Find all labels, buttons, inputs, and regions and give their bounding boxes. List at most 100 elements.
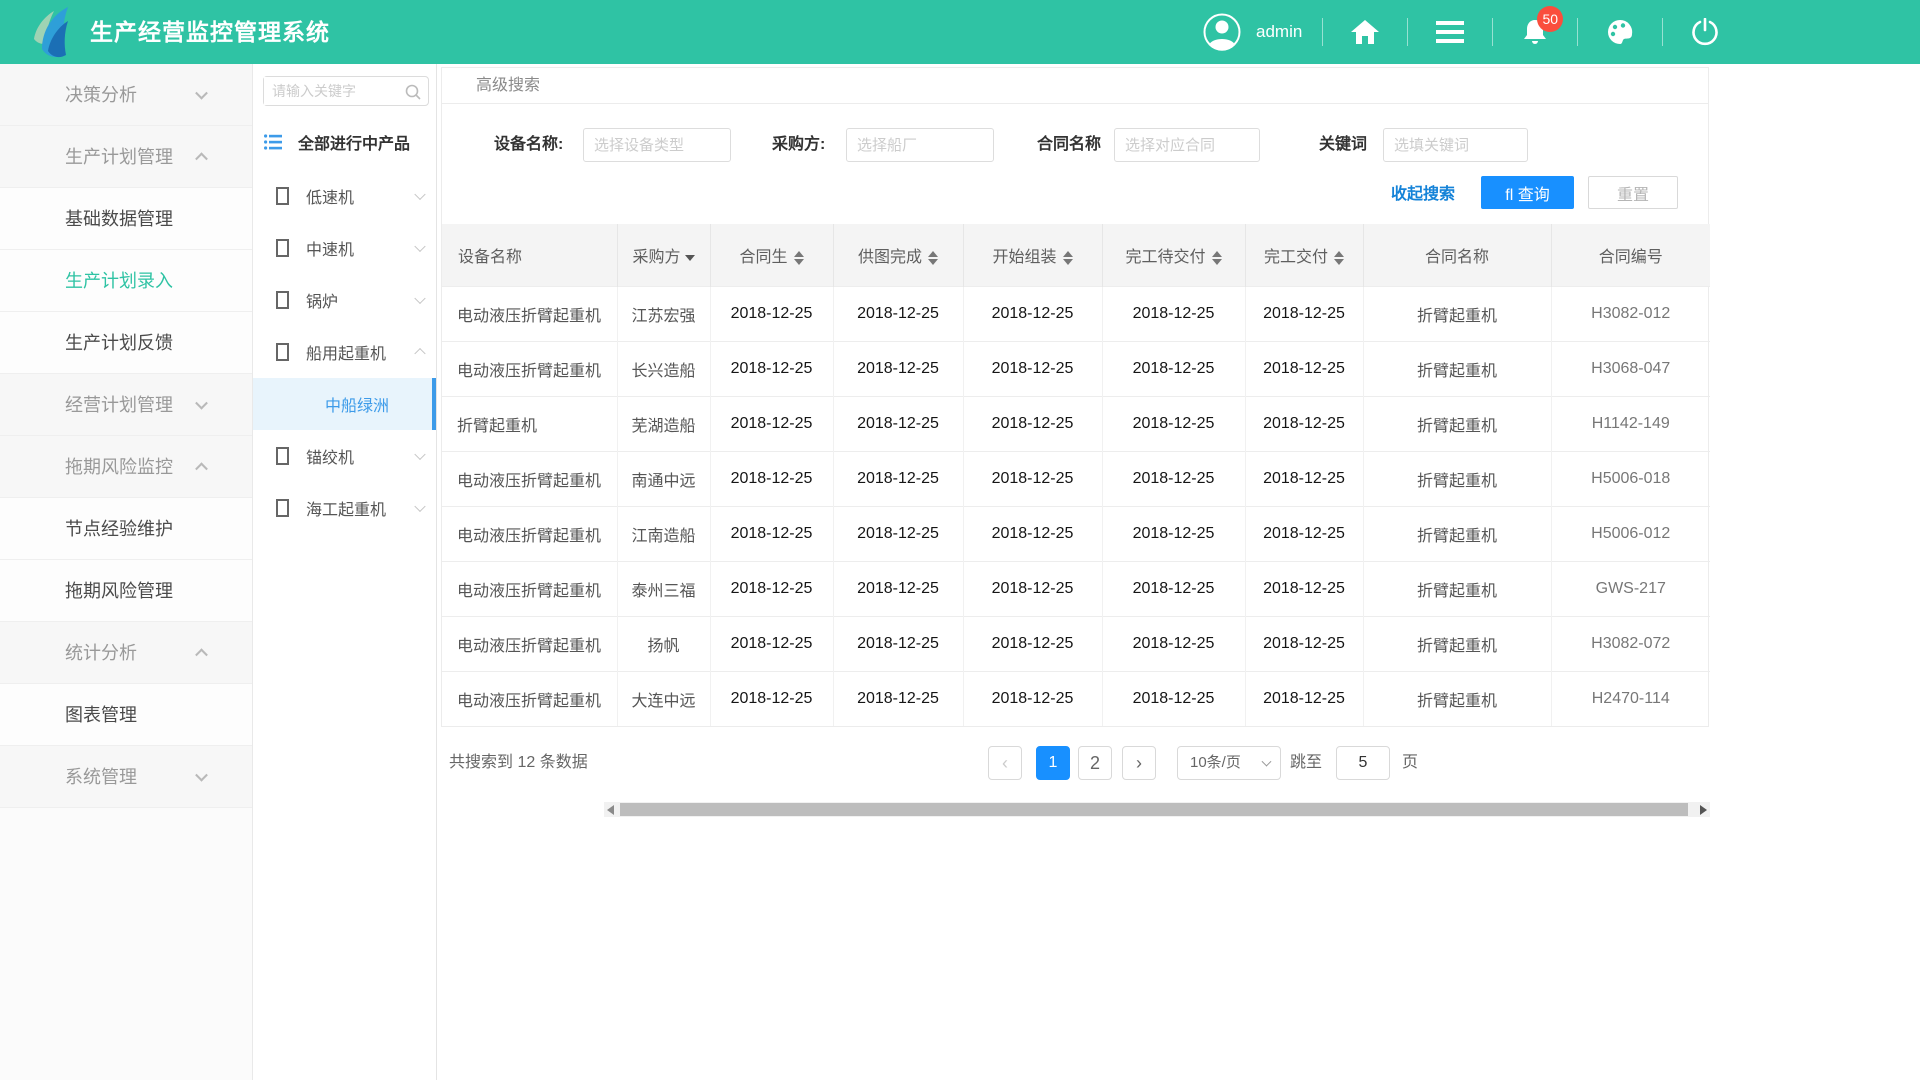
- next-page-button[interactable]: ›: [1122, 746, 1156, 780]
- app-title: 生产经营监控管理系统: [90, 0, 330, 64]
- tree-root[interactable]: 全部进行中产品: [253, 126, 436, 158]
- page-button-2[interactable]: 2: [1078, 746, 1112, 780]
- theme-palette-icon[interactable]: [1598, 0, 1642, 64]
- cell: 2018-12-25: [963, 341, 1102, 396]
- table-row[interactable]: 电动液压折臂起重机江苏宏强2018-12-252018-12-252018-12…: [442, 286, 1710, 341]
- prev-page-button[interactable]: ‹: [988, 746, 1022, 780]
- table-row[interactable]: 电动液压折臂起重机南通中远2018-12-252018-12-252018-12…: [442, 451, 1710, 506]
- menu-icon[interactable]: [1428, 0, 1472, 64]
- sidebar-item-label: 基础数据管理: [65, 209, 173, 229]
- sidebar-item-生产计划录入[interactable]: 生产计划录入: [0, 250, 252, 312]
- category-icon: [276, 187, 289, 205]
- sidebar-item-拖期风险管理[interactable]: 拖期风险管理: [0, 560, 252, 622]
- sidebar-item-图表管理[interactable]: 图表管理: [0, 684, 252, 746]
- column-header-采购方[interactable]: 采购方: [617, 224, 710, 286]
- username[interactable]: admin: [1256, 22, 1302, 42]
- jump-page-input[interactable]: [1336, 746, 1390, 780]
- tree-root-label: 全部进行中产品: [298, 130, 410, 154]
- cell: 2018-12-25: [963, 286, 1102, 341]
- scroll-right-arrow-icon[interactable]: [1700, 805, 1707, 815]
- pagination: 共搜索到 12 条数据 ‹ 12 › 10条/页 跳至 页: [441, 745, 1709, 781]
- filter-input-2[interactable]: [846, 128, 994, 162]
- sidebar-item-基础数据管理[interactable]: 基础数据管理: [0, 188, 252, 250]
- cell: 折臂起重机: [1363, 506, 1551, 561]
- column-header-设备名称[interactable]: 设备名称: [442, 224, 617, 286]
- filter-input-1[interactable]: [583, 128, 731, 162]
- collapse-search-link[interactable]: 收起搜索: [1391, 180, 1455, 204]
- sidebar-item-决策分析[interactable]: 决策分析: [0, 64, 252, 126]
- cell: 2018-12-25: [710, 561, 833, 616]
- cell: 电动液压折臂起重机: [442, 506, 617, 561]
- cell: 2018-12-25: [963, 616, 1102, 671]
- sidebar-item-统计分析[interactable]: 统计分析: [0, 622, 252, 684]
- cell: 电动液压折臂起重机: [442, 616, 617, 671]
- sort-icon[interactable]: [1212, 251, 1222, 265]
- cell: 2018-12-25: [1245, 396, 1363, 451]
- table-row[interactable]: 折臂起重机芜湖造船2018-12-252018-12-252018-12-252…: [442, 396, 1710, 451]
- sort-icon[interactable]: [928, 251, 938, 265]
- filter-input-4[interactable]: [1383, 128, 1528, 162]
- scroll-left-arrow-icon[interactable]: [607, 805, 614, 815]
- search-icon[interactable]: [404, 83, 422, 101]
- tree-item-中船绿洲[interactable]: 中船绿洲: [253, 378, 436, 430]
- notifications-bell-icon[interactable]: 50: [1513, 0, 1557, 64]
- cell: 折臂起重机: [1363, 286, 1551, 341]
- tree-search-input[interactable]: [264, 77, 394, 105]
- column-header-合同名称[interactable]: 合同名称: [1363, 224, 1551, 286]
- column-header-完工交付[interactable]: 完工交付: [1245, 224, 1363, 286]
- page-button-1[interactable]: 1: [1036, 746, 1070, 780]
- tree-item-中速机[interactable]: 中速机: [253, 222, 436, 274]
- cell: 折臂起重机: [1363, 341, 1551, 396]
- column-header-供图完成[interactable]: 供图完成: [833, 224, 963, 286]
- tree-item-船用起重机[interactable]: 船用起重机: [253, 326, 436, 378]
- query-button[interactable]: fl 查询: [1481, 176, 1574, 209]
- cell: H3082-072: [1551, 616, 1710, 671]
- table-row[interactable]: 电动液压折臂起重机江南造船2018-12-252018-12-252018-12…: [442, 506, 1710, 561]
- page-size-select[interactable]: 10条/页: [1177, 746, 1281, 780]
- home-icon[interactable]: [1343, 0, 1387, 64]
- app-logo-icon: [28, 5, 72, 61]
- avatar[interactable]: [1200, 0, 1244, 64]
- sidebar-item-节点经验维护[interactable]: 节点经验维护: [0, 498, 252, 560]
- advanced-search-tab[interactable]: 高级搜索: [476, 77, 540, 94]
- sidebar-item-系统管理[interactable]: 系统管理: [0, 746, 252, 808]
- sort-icon[interactable]: [1334, 251, 1344, 265]
- column-header-开始组装[interactable]: 开始组装: [963, 224, 1102, 286]
- table-row[interactable]: 电动液压折臂起重机大连中远2018-12-252018-12-252018-12…: [442, 671, 1710, 726]
- filter-section: 收起搜索 fl 查询 重置 设备名称:采购方:合同名称关键词: [442, 104, 1708, 224]
- tree-item-锅炉[interactable]: 锅炉: [253, 274, 436, 326]
- tree-item-锚绞机[interactable]: 锚绞机: [253, 430, 436, 482]
- cell: 2018-12-25: [963, 561, 1102, 616]
- category-icon: [276, 239, 289, 257]
- query-button-label: 查询: [1518, 187, 1550, 204]
- cell: 2018-12-25: [1245, 616, 1363, 671]
- tree-item-label: 船用起重机: [306, 340, 386, 364]
- sidebar-item-生产计划反馈[interactable]: 生产计划反馈: [0, 312, 252, 374]
- horizontal-scrollbar[interactable]: [604, 802, 1710, 817]
- sort-icon[interactable]: [1063, 251, 1073, 265]
- cell: 2018-12-25: [710, 286, 833, 341]
- scrollbar-thumb[interactable]: [620, 803, 1688, 816]
- notification-badge: 50: [1537, 6, 1563, 32]
- tree-item-海工起重机[interactable]: 海工起重机: [253, 482, 436, 534]
- cell: 折臂起重机: [442, 396, 617, 451]
- sidebar-item-经营计划管理[interactable]: 经营计划管理: [0, 374, 252, 436]
- sidebar-item-拖期风险监控[interactable]: 拖期风险监控: [0, 436, 252, 498]
- cell: 2018-12-25: [963, 451, 1102, 506]
- filter-input-3[interactable]: [1114, 128, 1260, 162]
- column-header-合同编号[interactable]: 合同编号: [1551, 224, 1710, 286]
- column-header-完工待交付[interactable]: 完工待交付: [1102, 224, 1245, 286]
- reset-button[interactable]: 重置: [1588, 176, 1678, 209]
- cell: 2018-12-25: [833, 506, 963, 561]
- cell: 扬帆: [617, 616, 710, 671]
- tree-item-低速机[interactable]: 低速机: [253, 170, 436, 222]
- sidebar-item-生产计划管理[interactable]: 生产计划管理: [0, 126, 252, 188]
- sort-icon[interactable]: [794, 251, 804, 265]
- logout-power-icon[interactable]: [1683, 0, 1727, 64]
- table-row[interactable]: 电动液压折臂起重机长兴造船2018-12-252018-12-252018-12…: [442, 341, 1710, 396]
- column-header-合同生[interactable]: 合同生: [710, 224, 833, 286]
- table-row[interactable]: 电动液压折臂起重机泰州三福2018-12-252018-12-252018-12…: [442, 561, 1710, 616]
- table-row[interactable]: 电动液压折臂起重机扬帆2018-12-252018-12-252018-12-2…: [442, 616, 1710, 671]
- filter-caret-icon[interactable]: [685, 255, 695, 261]
- cell: 江南造船: [617, 506, 710, 561]
